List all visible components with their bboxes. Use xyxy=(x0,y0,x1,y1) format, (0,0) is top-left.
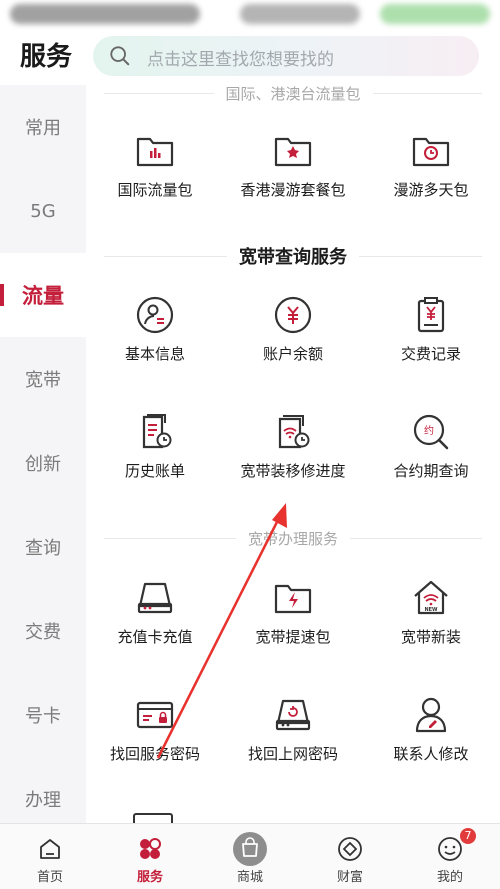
sidebar-item-common[interactable]: 常用 xyxy=(0,85,86,169)
tab-home[interactable]: 首页 xyxy=(0,824,100,889)
status-bar xyxy=(0,0,500,30)
tile-label: 找回上网密码 xyxy=(247,745,338,763)
wifi-clock-icon xyxy=(273,412,313,452)
tile-payment-records[interactable]: 交费记录 xyxy=(362,295,500,385)
house-wifi-icon: NEW xyxy=(411,578,451,618)
bottom-tab-bar: 首页 服务 商城 财富 7 我的 xyxy=(0,823,500,889)
folder-chart-icon xyxy=(135,131,175,171)
contract-search-icon: 约 xyxy=(411,412,451,452)
folder-clock-icon xyxy=(411,131,451,171)
svg-text:约: 约 xyxy=(424,424,434,437)
tile-label: 交费记录 xyxy=(400,345,461,363)
tile-label: 账户余额 xyxy=(262,345,323,363)
tile-label: 基本信息 xyxy=(124,345,185,363)
tile-speed-boost[interactable]: 宽带提速包 xyxy=(224,578,362,668)
svg-text:NEW: NEW xyxy=(424,607,438,613)
sidebar-item-query[interactable]: 查询 xyxy=(0,505,86,589)
sidebar-item-payment[interactable]: 交费 xyxy=(0,589,86,673)
sidebar-item-broadband[interactable]: 宽带 xyxy=(0,337,86,421)
tile-label: 充值卡充值 xyxy=(117,628,193,646)
section-title: 宽带办理服务 xyxy=(248,529,339,548)
service-icon xyxy=(140,838,161,859)
status-blur-left xyxy=(10,4,200,24)
tile-basic-info[interactable]: 基本信息 xyxy=(86,295,224,385)
tab-mine[interactable]: 7 我的 xyxy=(400,824,500,889)
search-placeholder: 点击这里查找您想要找的 xyxy=(147,50,334,70)
user-info-icon xyxy=(135,295,175,335)
search-icon xyxy=(110,46,130,66)
tab-label: 服务 xyxy=(136,870,163,885)
section-header-broadband-query: 宽带查询服务 xyxy=(104,244,482,268)
clipboard-yen-icon xyxy=(411,295,451,335)
tile-label: 漫游多天包 xyxy=(393,181,469,199)
tab-label: 财富 xyxy=(336,870,363,885)
partial-next-icon xyxy=(133,813,173,823)
profile-icon xyxy=(438,837,462,861)
router-refresh-icon xyxy=(273,695,313,735)
search-input[interactable]: 点击这里查找您想要找的 xyxy=(93,36,479,76)
tile-bill-history[interactable]: 历史账单 xyxy=(86,412,224,502)
tile-roaming-multi-day[interactable]: 漫游多天包 xyxy=(362,131,500,221)
tile-label: 国际流量包 xyxy=(117,181,193,199)
tile-account-balance[interactable]: 账户余额 xyxy=(224,295,362,385)
folder-flower-icon xyxy=(273,131,313,171)
tile-label: 香港漫游套餐包 xyxy=(240,181,346,199)
notification-badge: 7 xyxy=(460,828,476,844)
contact-edit-icon xyxy=(411,695,451,735)
tile-retrieve-internet-password[interactable]: 找回上网密码 xyxy=(224,695,362,785)
tile-label: 宽带装移修进度 xyxy=(240,462,346,480)
tile-contract-query[interactable]: 约 合约期查询 xyxy=(362,412,500,502)
tab-label: 首页 xyxy=(36,870,63,885)
status-blur-right xyxy=(380,4,490,24)
diamond-icon xyxy=(338,837,362,861)
sidebar-item-innovation[interactable]: 创新 xyxy=(0,421,86,505)
card-lock-icon xyxy=(135,695,175,735)
sidebar-item-5g[interactable]: 5G xyxy=(0,169,86,253)
tile-label: 历史账单 xyxy=(124,462,185,480)
sidebar-item-number-card[interactable]: 号卡 xyxy=(0,673,86,757)
service-content: 国际、港澳台流量包 国际流量包 香港漫游套餐包 漫游多天包 宽带查询服务 基本信… xyxy=(86,85,500,823)
header: 服务 点击这里查找您想要找的 xyxy=(0,30,500,85)
yen-coin-icon xyxy=(273,295,313,335)
tile-new-broadband[interactable]: NEW 宽带新装 xyxy=(362,578,500,668)
category-sidebar: 常用 5G 流量 宽带 创新 查询 交费 号卡 办理 xyxy=(0,85,86,823)
tab-wealth[interactable]: 财富 xyxy=(300,824,400,889)
tile-label: 合约期查询 xyxy=(393,462,469,480)
home-icon xyxy=(40,839,60,859)
router-icon xyxy=(135,578,175,618)
tile-hk-roaming-package[interactable]: 香港漫游套餐包 xyxy=(224,131,362,221)
section-title: 国际、港澳台流量包 xyxy=(225,85,361,103)
section-title: 宽带查询服务 xyxy=(239,247,347,268)
tab-label: 我的 xyxy=(436,870,463,885)
tab-service[interactable]: 服务 xyxy=(100,824,200,889)
tile-card-recharge[interactable]: 充值卡充值 xyxy=(86,578,224,668)
bill-clock-icon xyxy=(135,412,175,452)
section-header-roaming: 国际、港澳台流量包 xyxy=(104,85,483,105)
tile-label: 宽带新装 xyxy=(400,628,461,646)
tab-label: 商城 xyxy=(236,870,263,885)
folder-bolt-icon xyxy=(273,578,313,618)
section-header-broadband-service: 宽带办理服务 xyxy=(104,526,483,550)
shop-bag-icon xyxy=(233,832,267,866)
tile-label: 宽带提速包 xyxy=(255,628,331,646)
tile-international-traffic[interactable]: 国际流量包 xyxy=(86,131,224,221)
tile-contact-edit[interactable]: 联系人修改 xyxy=(362,695,500,785)
page-title: 服务 xyxy=(20,42,73,72)
tile-retrieve-service-password[interactable]: 找回服务密码 xyxy=(86,695,224,785)
tile-label: 联系人修改 xyxy=(393,745,469,763)
sidebar-item-traffic[interactable]: 流量 xyxy=(0,253,86,337)
tile-label: 找回服务密码 xyxy=(109,745,200,763)
tab-mall[interactable]: 商城 xyxy=(200,824,300,889)
status-blur-mid xyxy=(240,4,360,24)
tile-broadband-progress[interactable]: 宽带装移修进度 xyxy=(224,412,362,502)
